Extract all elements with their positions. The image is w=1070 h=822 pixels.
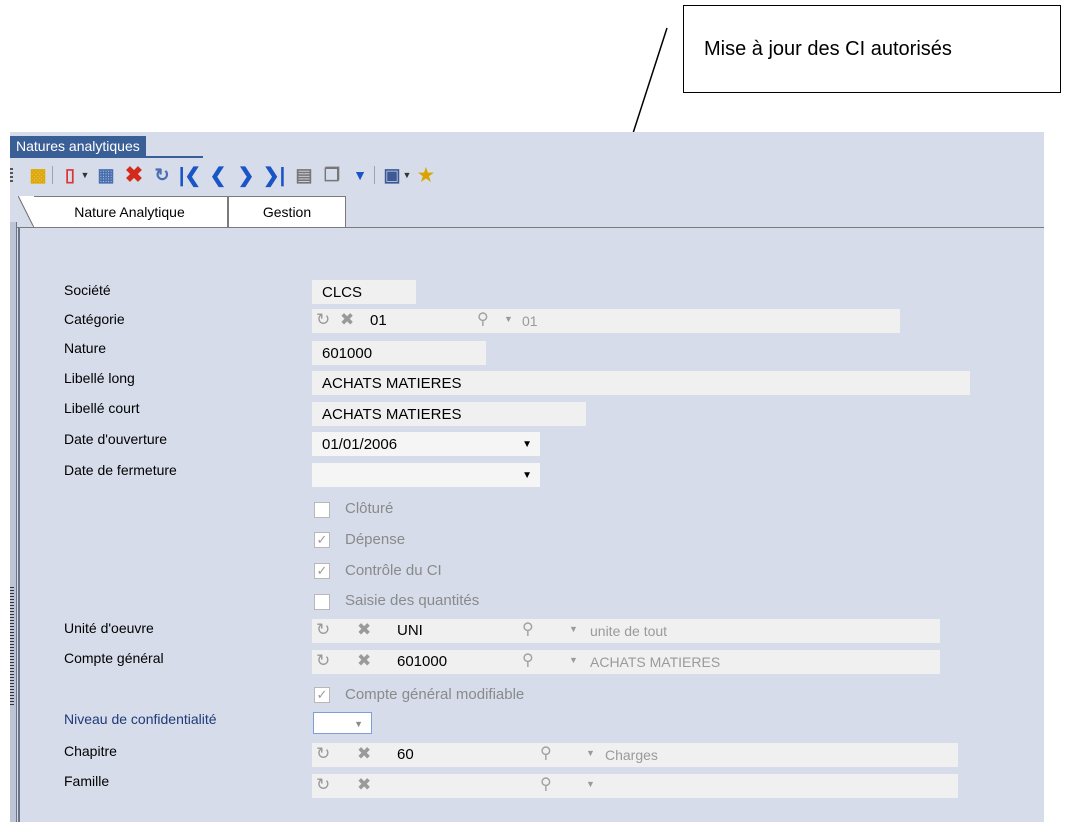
search-icon[interactable]: ⚲ [540, 743, 552, 763]
toolbar-separator [374, 166, 375, 184]
chevron-down-icon[interactable]: ▼ [586, 748, 595, 758]
libelle-court-label: Libellé court [64, 400, 140, 416]
date-ouverture-label: Date d'ouverture [64, 431, 168, 447]
controle-ci-label: Contrôle du CI [345, 562, 442, 579]
cloture-label: Clôturé [345, 500, 394, 517]
compte-modifiable-label: Compte général modifiable [345, 686, 525, 703]
date-fermeture-picker[interactable]: ▼ [312, 463, 540, 487]
tab-divider [10, 227, 1044, 228]
categorie-label: Catégorie [64, 311, 125, 327]
window-title-tab[interactable]: Natures analytiques [10, 136, 146, 156]
search-icon[interactable]: ⚲ [477, 309, 489, 329]
clear-icon[interactable]: ✖ [357, 775, 371, 795]
delete-icon[interactable]: ✖ [122, 162, 146, 187]
update-authorized-ci-icon[interactable]: ★ [414, 163, 438, 187]
title-underline [10, 156, 203, 158]
tab-nature-analytique[interactable]: Nature Analytique [18, 196, 228, 228]
report-dropdown-icon[interactable]: ▼ [402, 163, 412, 187]
chevron-down-icon[interactable]: ▼ [354, 719, 363, 729]
chevron-down-icon[interactable]: ▼ [504, 314, 513, 324]
new-document-icon[interactable]: ▯ [58, 163, 82, 187]
categorie-code: 01 [370, 312, 387, 329]
notes-icon[interactable]: ▤ [292, 163, 316, 187]
date-ouverture-picker[interactable]: 01/01/2006 ▼ [312, 432, 540, 456]
saisie-quantites-label: Saisie des quantités [345, 592, 480, 609]
refresh-icon[interactable]: ↻ [316, 310, 330, 330]
categorie-lookup[interactable]: ↻ ✖ 01 ⚲ ▼ 01 [312, 309, 900, 333]
unite-oeuvre-code: UNI [397, 622, 423, 639]
chapitre-code: 60 [397, 746, 414, 763]
libelle-long-label: Libellé long [64, 370, 135, 386]
chevron-down-icon[interactable]: ▼ [586, 779, 595, 789]
side-border [18, 228, 20, 822]
last-record-icon[interactable]: ❯| [262, 163, 286, 187]
niveau-confidentialite-label: Niveau de confidentialité [64, 711, 217, 727]
clear-icon[interactable]: ✖ [357, 651, 371, 671]
refresh-icon[interactable]: ↻ [316, 620, 330, 640]
next-record-icon[interactable]: ❯ [234, 163, 258, 187]
refresh-icon[interactable]: ↻ [316, 775, 330, 795]
first-record-icon[interactable]: |❮ [178, 163, 202, 187]
niveau-confidentialite-combo[interactable]: ▼ [313, 712, 372, 734]
search-icon[interactable]: ⚲ [522, 619, 534, 639]
nature-field[interactable]: 601000 [312, 341, 486, 365]
chevron-down-icon[interactable]: ▼ [522, 432, 532, 458]
nature-label: Nature [64, 340, 107, 356]
search-icon[interactable]: ⚲ [522, 650, 534, 670]
famille-lookup[interactable]: ↻ ✖ ⚲ ▼ [312, 774, 958, 798]
clear-icon[interactable]: ✖ [340, 310, 354, 330]
famille-label: Famille [64, 773, 110, 789]
compte-modifiable-checkbox[interactable]: ✓ [314, 687, 330, 703]
clear-icon[interactable]: ✖ [357, 744, 371, 764]
unite-oeuvre-lookup[interactable]: ↻ ✖ UNI ⚲ ▼ unite de tout [312, 619, 940, 643]
chapitre-desc: Charges [605, 747, 658, 763]
chapitre-lookup[interactable]: ↻ ✖ 60 ⚲ ▼ Charges [312, 743, 958, 767]
refresh-icon[interactable]: ↻ [150, 163, 174, 187]
new-dropdown-icon[interactable]: ▼ [80, 163, 90, 187]
compte-general-desc: ACHATS MATIERES [590, 654, 721, 670]
tab-gestion[interactable]: Gestion [228, 196, 346, 227]
toolbar-separator [52, 166, 53, 184]
chapitre-label: Chapitre [64, 743, 117, 759]
copy-icon[interactable]: ❐ [320, 163, 344, 187]
controle-ci-checkbox[interactable]: ✓ [314, 563, 330, 579]
clear-icon[interactable]: ✖ [357, 620, 371, 640]
societe-field[interactable]: CLCS [312, 280, 416, 304]
refresh-icon[interactable]: ↻ [316, 651, 330, 671]
libelle-long-field[interactable]: ACHATS MATIERES [312, 371, 970, 395]
tab-strip: Nature Analytique Gestion [10, 192, 1044, 228]
report-icon[interactable]: ▣ [380, 163, 404, 187]
splitter-grip[interactable] [10, 587, 14, 707]
chevron-down-icon[interactable]: ▼ [569, 624, 578, 634]
side-splitter[interactable] [10, 222, 17, 822]
categorie-desc: 01 [522, 313, 538, 329]
compte-general-lookup[interactable]: ↻ ✖ 601000 ⚲ ▼ ACHATS MATIERES [312, 650, 940, 674]
compte-general-code: 601000 [397, 653, 448, 670]
date-fermeture-label: Date de fermeture [64, 462, 177, 478]
toolbar: ▩ ▯ ▼ ▦ ✖ ↻ |❮ ❮ ❯ ❯| ▤ ❐ ▼ ▣ ▼ ★ [10, 160, 650, 190]
chevron-down-icon[interactable]: ▼ [522, 463, 532, 489]
search-icon[interactable]: ⚲ [540, 774, 552, 794]
cloture-checkbox[interactable] [314, 502, 330, 518]
saisie-quantites-checkbox[interactable] [314, 594, 330, 610]
save-icon[interactable]: ▦ [94, 163, 118, 187]
libelle-court-field[interactable]: ACHATS MATIERES [312, 402, 586, 426]
unite-oeuvre-label: Unité d'oeuvre [64, 620, 154, 636]
chevron-down-icon[interactable]: ▼ [569, 655, 578, 665]
more-dropdown-icon[interactable]: ▼ [348, 163, 372, 187]
date-ouverture-value: 01/01/2006 [322, 436, 398, 453]
lock-icon[interactable]: ▩ [26, 163, 50, 187]
refresh-icon[interactable]: ↻ [316, 744, 330, 764]
unite-oeuvre-desc: unite de tout [590, 623, 668, 639]
depense-checkbox[interactable]: ✓ [314, 532, 330, 548]
previous-record-icon[interactable]: ❮ [206, 163, 230, 187]
societe-label: Société [64, 282, 111, 298]
depense-label: Dépense [345, 531, 406, 548]
compte-general-label: Compte général [64, 650, 164, 666]
toolbar-grip[interactable] [10, 168, 13, 182]
